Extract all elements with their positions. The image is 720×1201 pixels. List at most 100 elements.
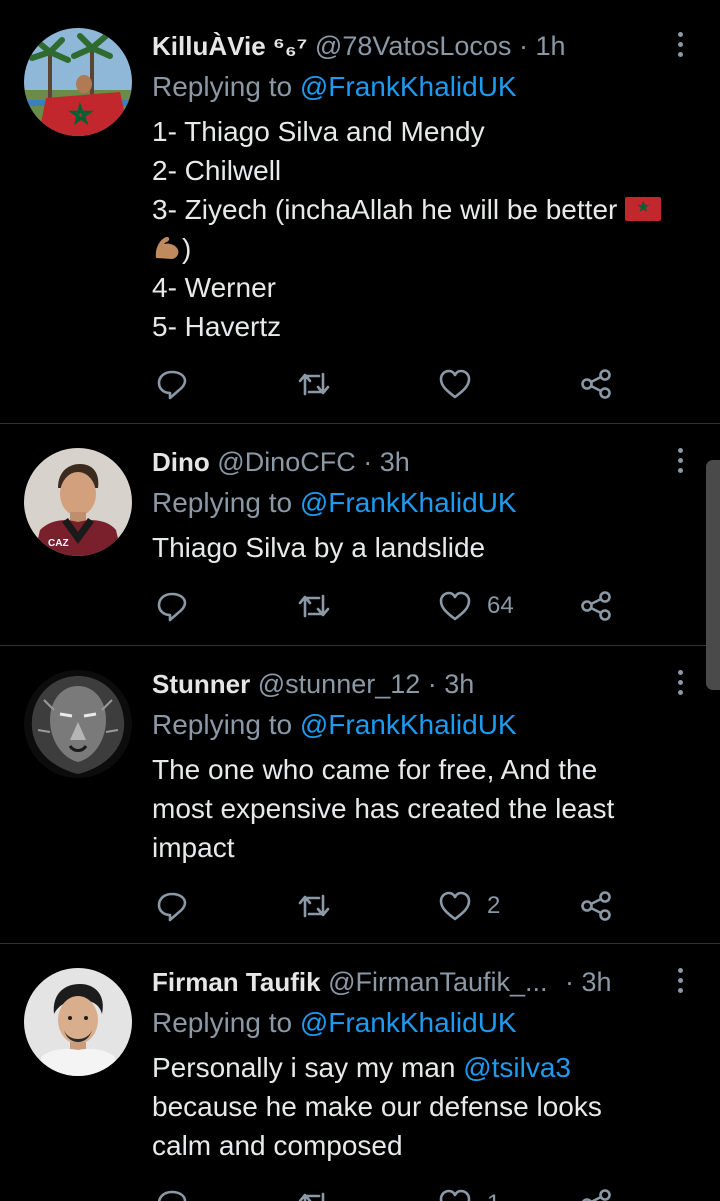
scrollbar-thumb[interactable] xyxy=(706,460,720,690)
tweet-text: Personally i say my man @tsilva3 because… xyxy=(152,1048,692,1165)
like-button[interactable]: 2 xyxy=(437,886,500,926)
reply-button[interactable] xyxy=(154,886,190,926)
replying-to: Replying to @FrankKhalidUK xyxy=(152,485,517,521)
reply-button[interactable] xyxy=(154,364,190,404)
text-line-part: ) xyxy=(182,233,192,264)
avatar[interactable] xyxy=(24,968,132,1076)
tweet-actions: 2 xyxy=(152,886,632,926)
text-line: Thiago Silva by a landslide xyxy=(152,532,486,563)
text-line-part: Personally i say my man xyxy=(152,1052,456,1083)
tweet-actions: 64 xyxy=(152,586,632,626)
more-vertical-icon[interactable] xyxy=(670,662,690,702)
mention-link[interactable]: @FrankKhalidUK xyxy=(300,709,517,740)
share-icon xyxy=(581,591,611,621)
reply-button[interactable] xyxy=(154,1184,190,1201)
replying-prefix: Replying to xyxy=(152,709,293,740)
user-handle[interactable]: @FirmanTaufik_... xyxy=(328,967,547,997)
avatar[interactable]: CAZ xyxy=(24,448,132,556)
heart-icon xyxy=(439,891,471,921)
display-name[interactable]: Dino xyxy=(152,447,210,477)
text-line: 3- Ziyech (inchaAllah he will be better xyxy=(152,190,692,229)
tweet-text: Thiago Silva by a landslide xyxy=(152,528,692,567)
timestamp[interactable]: · 3h xyxy=(565,967,612,997)
timestamp[interactable]: · 3h xyxy=(363,447,410,477)
like-count: 64 xyxy=(487,592,514,619)
retweet-button[interactable] xyxy=(296,1184,332,1201)
retweet-button[interactable] xyxy=(296,364,332,404)
more-vertical-icon[interactable] xyxy=(670,440,690,480)
flexed-biceps-emoji xyxy=(155,236,179,259)
retweet-icon xyxy=(298,1192,325,1201)
replying-to: Replying to @FrankKhalidUK xyxy=(152,69,517,105)
avatar[interactable] xyxy=(24,670,132,778)
text-line: 4- Werner xyxy=(152,272,276,303)
user-handle[interactable]: @78VatosLocos xyxy=(315,31,512,61)
reply-icon xyxy=(157,1190,187,1201)
text-line: The one who came for free, And the xyxy=(152,754,598,785)
text-line: calm and composed xyxy=(152,1130,403,1161)
like-count: 1 xyxy=(487,1190,500,1201)
share-button[interactable] xyxy=(578,886,614,926)
retweet-button[interactable] xyxy=(296,886,332,926)
tweet-actions: 1 xyxy=(152,1184,632,1201)
timestamp[interactable]: · 3h xyxy=(428,669,475,699)
mention-link[interactable]: @FrankKhalidUK xyxy=(300,71,517,102)
heart-icon xyxy=(439,1189,471,1201)
like-count: 2 xyxy=(487,892,501,919)
tweet-header: Firman Taufik @FirmanTaufik_... · 3h xyxy=(152,964,660,1000)
tweet[interactable]: CAZ Dino @DinoCFC · 3h Replying to @Fran… xyxy=(0,424,720,646)
reply-button[interactable] xyxy=(154,586,190,626)
display-name[interactable]: KilluÀVie ⁶₆⁷ xyxy=(152,31,307,61)
retweet-button[interactable] xyxy=(296,586,332,626)
text-line: because he make our defense looks xyxy=(152,1091,602,1122)
retweet-icon xyxy=(298,372,330,396)
display-name[interactable]: Stunner xyxy=(152,669,250,699)
tweet[interactable]: KilluÀVie ⁶₆⁷ @78VatosLocos · 1h Replyin… xyxy=(0,0,720,424)
timestamp[interactable]: · 1h xyxy=(519,31,566,61)
retweet-icon xyxy=(298,894,330,918)
reply-icon xyxy=(157,370,187,400)
text-line: 5- Havertz xyxy=(152,311,282,342)
reply-icon xyxy=(157,592,187,622)
like-button[interactable]: 64 xyxy=(437,586,514,626)
replying-to: Replying to @FrankKhalidUK xyxy=(152,1005,517,1041)
mention-link[interactable]: @tsilva3 xyxy=(463,1052,571,1083)
heart-icon xyxy=(439,591,471,621)
like-button[interactable]: 1 xyxy=(437,1184,500,1201)
tweet-text: The one who came for free, And the most … xyxy=(152,750,692,867)
share-button[interactable] xyxy=(578,364,614,404)
share-icon xyxy=(581,891,611,921)
replying-to: Replying to @FrankKhalidUK xyxy=(152,707,517,743)
tweet-text: 1- Thiago Silva and Mendy 2- Chilwell 3-… xyxy=(152,112,692,346)
svg-text:CAZ: CAZ xyxy=(48,538,69,549)
replying-prefix: Replying to xyxy=(152,1007,293,1038)
text-line-part: 3- Ziyech (inchaAllah he will be better xyxy=(152,194,618,225)
share-icon xyxy=(582,1189,611,1201)
share-icon xyxy=(581,369,611,399)
avatar[interactable] xyxy=(24,28,132,136)
text-line: ) xyxy=(152,229,692,268)
user-handle[interactable]: @stunner_12 xyxy=(258,669,421,699)
display-name[interactable]: Firman Taufik xyxy=(152,967,321,997)
share-button[interactable] xyxy=(578,1184,614,1201)
mention-link[interactable]: @FrankKhalidUK xyxy=(300,1007,517,1038)
share-button[interactable] xyxy=(578,586,614,626)
heart-icon xyxy=(439,369,471,399)
tweet[interactable]: Stunner @stunner_12 · 3h Replying to @Fr… xyxy=(0,646,720,944)
tweet-actions xyxy=(152,364,632,404)
replying-prefix: Replying to xyxy=(152,71,293,102)
like-button[interactable] xyxy=(437,364,487,404)
user-handle[interactable]: @DinoCFC xyxy=(217,447,355,477)
reply-icon xyxy=(157,892,187,922)
more-vertical-icon[interactable] xyxy=(670,960,690,1000)
tweet[interactable]: Firman Taufik @FirmanTaufik_... · 3h Rep… xyxy=(0,944,720,1201)
text-line: impact xyxy=(152,832,235,863)
text-line: most expensive has created the least xyxy=(152,793,615,824)
morocco-flag-emoji xyxy=(625,197,662,221)
timeline[interactable]: KilluÀVie ⁶₆⁷ @78VatosLocos · 1h Replyin… xyxy=(0,0,720,1201)
more-vertical-icon[interactable] xyxy=(670,24,690,64)
tweet-header: KilluÀVie ⁶₆⁷ @78VatosLocos · 1h xyxy=(152,28,660,64)
text-line: Personally i say my man @tsilva3 xyxy=(152,1048,692,1087)
mention-link[interactable]: @FrankKhalidUK xyxy=(300,487,517,518)
retweet-icon xyxy=(298,594,330,618)
